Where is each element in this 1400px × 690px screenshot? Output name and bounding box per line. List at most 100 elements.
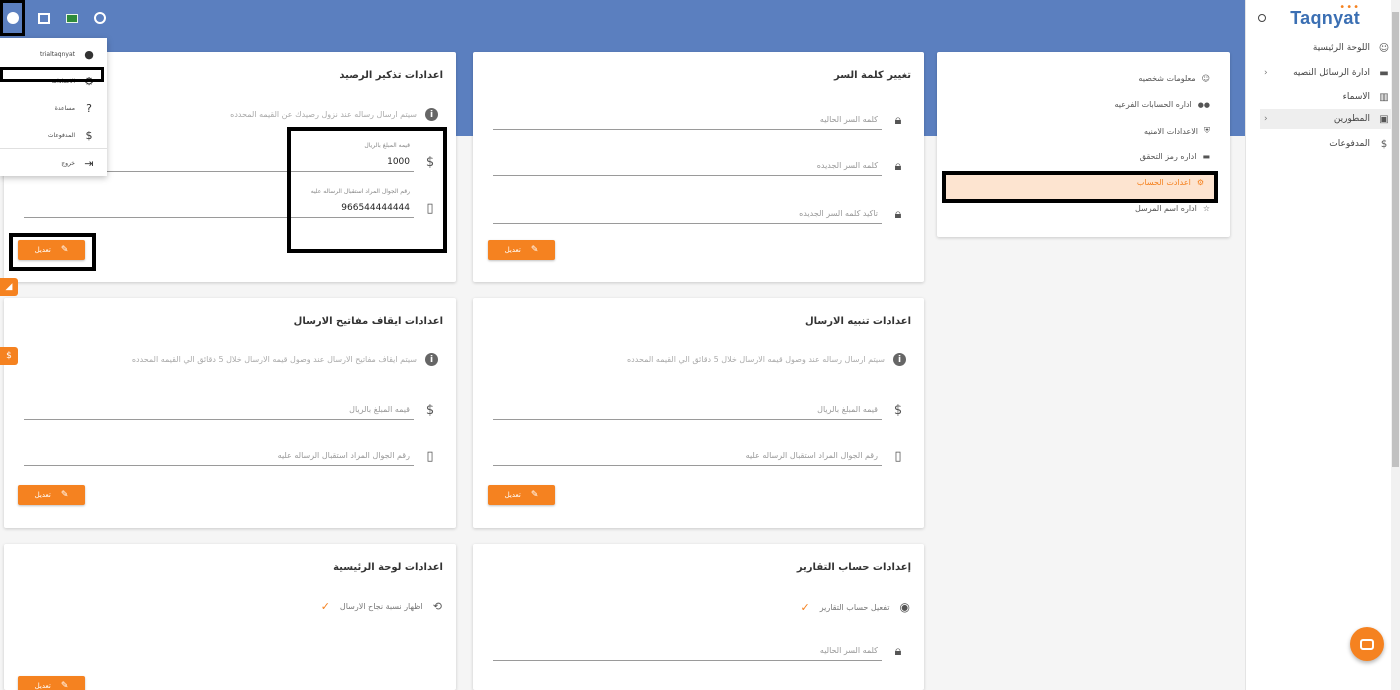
eye-icon: ◉ [899,600,910,614]
card-title: اعدادات لوحة الرئيسية [333,562,443,573]
message-icon: ▬ [1379,67,1389,79]
lock-icon: 🔒︎ [894,159,902,174]
sidebar-item-payments[interactable]: المدفوعات $ [1260,134,1392,154]
people-icon: ●● [1197,100,1210,109]
check-icon: ✓ [320,600,330,613]
menu-security[interactable]: الاعدادات الامنيه ⛨ [1144,126,1210,136]
sidebar-item-dashboard[interactable]: اللوحة الرئيسية ☺ [1260,38,1392,58]
sidebar-item-label: المدفوعات [1329,139,1370,149]
account-circle-icon: ● [84,48,94,61]
menu-personal-info[interactable]: معلومات شخصيه ☺ [1138,74,1210,83]
card-title: اعدادات ايقاف مفاتيح الارسال [293,316,443,327]
dashboard-toggle-row[interactable]: ✓ اظهار نسبة نجاح الارسال ⟲ [321,600,442,613]
menu-label: اداره الحسابات الفرعيه [1114,100,1192,109]
pencil-icon: ✎ [530,245,539,255]
sidebar-item-label: الاسماء [1342,92,1370,102]
menu-label: معلومات شخصيه [1138,74,1196,83]
dashboard-edit-button[interactable]: تعديل ✎ [18,676,85,690]
clock-icon [94,12,106,24]
field-placeholder: كلمه السر الحاليه [819,646,878,655]
lock-icon: 🔒︎ [894,644,902,659]
sidebar-item-label: ادارة الرسائل النصيه [1293,68,1370,78]
scrollbar[interactable] [1391,0,1400,690]
sidebar-item-names[interactable]: الاسماء ▥ [1260,87,1392,107]
annotation-box-fields [287,127,447,253]
chat-icon [1360,638,1374,650]
menu-sub-accounts[interactable]: اداره الحسابات الفرعيه ●● [1114,100,1210,109]
dropdown-label: المدفوعات [47,132,75,139]
password-edit-button[interactable]: تعديل ✎ [488,240,555,260]
dashboard-card: اعدادات لوحة الرئيسية ✓ اظهار نسبة نجاح … [4,544,456,690]
dollar-icon: $ [85,129,93,142]
alert-phone-field[interactable]: رقم الجوال المراد استقبال الرساله عليه ▯ [493,440,910,466]
info-row: سيتم ارسال رساله عند نزول رصيدك عن القيم… [230,108,438,121]
scrollbar-thumb[interactable] [1392,12,1399,467]
card-title: إعدادات حساب التقارير [796,562,911,573]
menu-account-settings-highlight[interactable]: اعدادت الحساب ⚙ [942,171,1218,203]
send-alert-card: اعدادات تنبيه الارسال سيتم ارسال رساله ع… [473,298,924,528]
message-icon: ▬ [1202,152,1210,161]
phone-icon: ▯ [894,449,902,464]
annotation-box-settings [0,67,104,82]
balance-edit-button[interactable]: تعديل ✎ [18,240,85,260]
dropdown-payments[interactable]: المدفوعات $ [48,129,95,142]
reports-password-field[interactable]: كلمه السر الحاليه 🔒︎ [493,635,910,661]
button-label: تعديل [34,491,51,499]
reports-toggle-row[interactable]: ✓ تفعيل حساب التقارير ◉ [800,600,910,614]
menu-label: اداره رمز التحقق [1139,152,1197,161]
dollar-icon: $ [893,403,903,418]
fullscreen-button[interactable] [34,8,54,28]
sidebar-item-sms[interactable]: › ادارة الرسائل النصيه ▬ [1260,63,1392,83]
info-icon: i [425,353,438,366]
dropdown-username[interactable]: trialtaqnyat ● [40,48,95,61]
menu-sender-name[interactable]: اداره اسم المرسل ☆ [1135,204,1210,213]
sidebar-toggle-icon[interactable] [1258,14,1266,22]
current-password-field[interactable]: كلمه السر الحاليه 🔒︎ [493,104,910,130]
chart-icon: ◢ [5,282,13,292]
star-icon: ☆ [1202,204,1210,213]
saudi-flag-icon [66,13,78,23]
side-tab-chart[interactable]: ◢ [0,278,18,296]
button-label: تعديل [504,491,521,499]
face-icon: ☺ [1201,74,1210,83]
confirm-password-field[interactable]: تاكيد كلمه السر الجديده 🔒︎ [493,198,910,224]
pencil-icon: ✎ [60,490,69,500]
sidebar: ••• Taqnyat اللوحة الرئيسية ☺ › ادارة ال… [1245,0,1400,690]
field-placeholder: تاكيد كلمه السر الجديده [799,209,878,218]
button-label: تعديل [34,246,51,254]
chevron-right-icon: › [1264,68,1268,78]
chat-button[interactable] [1350,627,1384,661]
dropdown-logout[interactable]: خروج ⇥ [61,157,95,170]
menu-account-settings[interactable]: اعدادت الحساب ⚙ [1137,178,1204,187]
toggle-label: اظهار نسبة نجاح الارسال [339,602,423,611]
stop-amount-field[interactable]: قيمه المبلغ بالريال $ [24,394,442,420]
help-circle-icon: ? [86,102,92,115]
button-label: تعديل [504,246,521,254]
new-password-field[interactable]: كلمه السر الجديده 🔒︎ [493,150,910,176]
send-alert-edit-button[interactable]: تعديل ✎ [488,485,555,505]
info-text: سيتم ارسال رساله عند نزول رصيدك عن القيم… [230,110,417,119]
history-button[interactable] [90,8,110,28]
info-icon: i [893,353,906,366]
menu-label: الاعدادات الامنيه [1143,126,1198,136]
account-menu-card: معلومات شخصيه ☺ اداره الحسابات الفرعيه ●… [937,52,1230,237]
shield-icon: ⛨ [1204,126,1210,135]
menu-otp[interactable]: اداره رمز التحقق ▬ [1140,152,1210,161]
side-tab-balance[interactable]: $ [0,347,18,365]
account-menu-button[interactable] [0,0,25,36]
gear-icon: ⚙ [1196,178,1204,187]
account-circle-icon [6,12,19,24]
lock-icon: 🔒︎ [894,207,902,222]
stop-phone-field[interactable]: رقم الجوال المراد استقبال الرساله عليه ▯ [24,440,442,466]
check-icon: ✓ [800,600,810,614]
phone-rotate-icon: ⟲ [432,600,442,613]
field-placeholder: رقم الجوال المراد استقبال الرساله عليه [745,451,878,460]
sidebar-item-developers[interactable]: › المطورين ▣ [1260,109,1392,129]
stop-keys-edit-button[interactable]: تعديل ✎ [18,485,85,505]
dropdown-help[interactable]: مساعدة ? [55,102,95,115]
account-dropdown: trialtaqnyat ● الاعدادات ⚙ مساعدة ? المد… [0,38,107,176]
sidebar-item-label: اللوحة الرئيسية [1312,43,1370,53]
field-placeholder: كلمه السر الجديده [816,161,878,170]
alert-amount-field[interactable]: قيمه المبلغ بالريال $ [493,394,910,420]
language-button[interactable] [62,8,82,28]
